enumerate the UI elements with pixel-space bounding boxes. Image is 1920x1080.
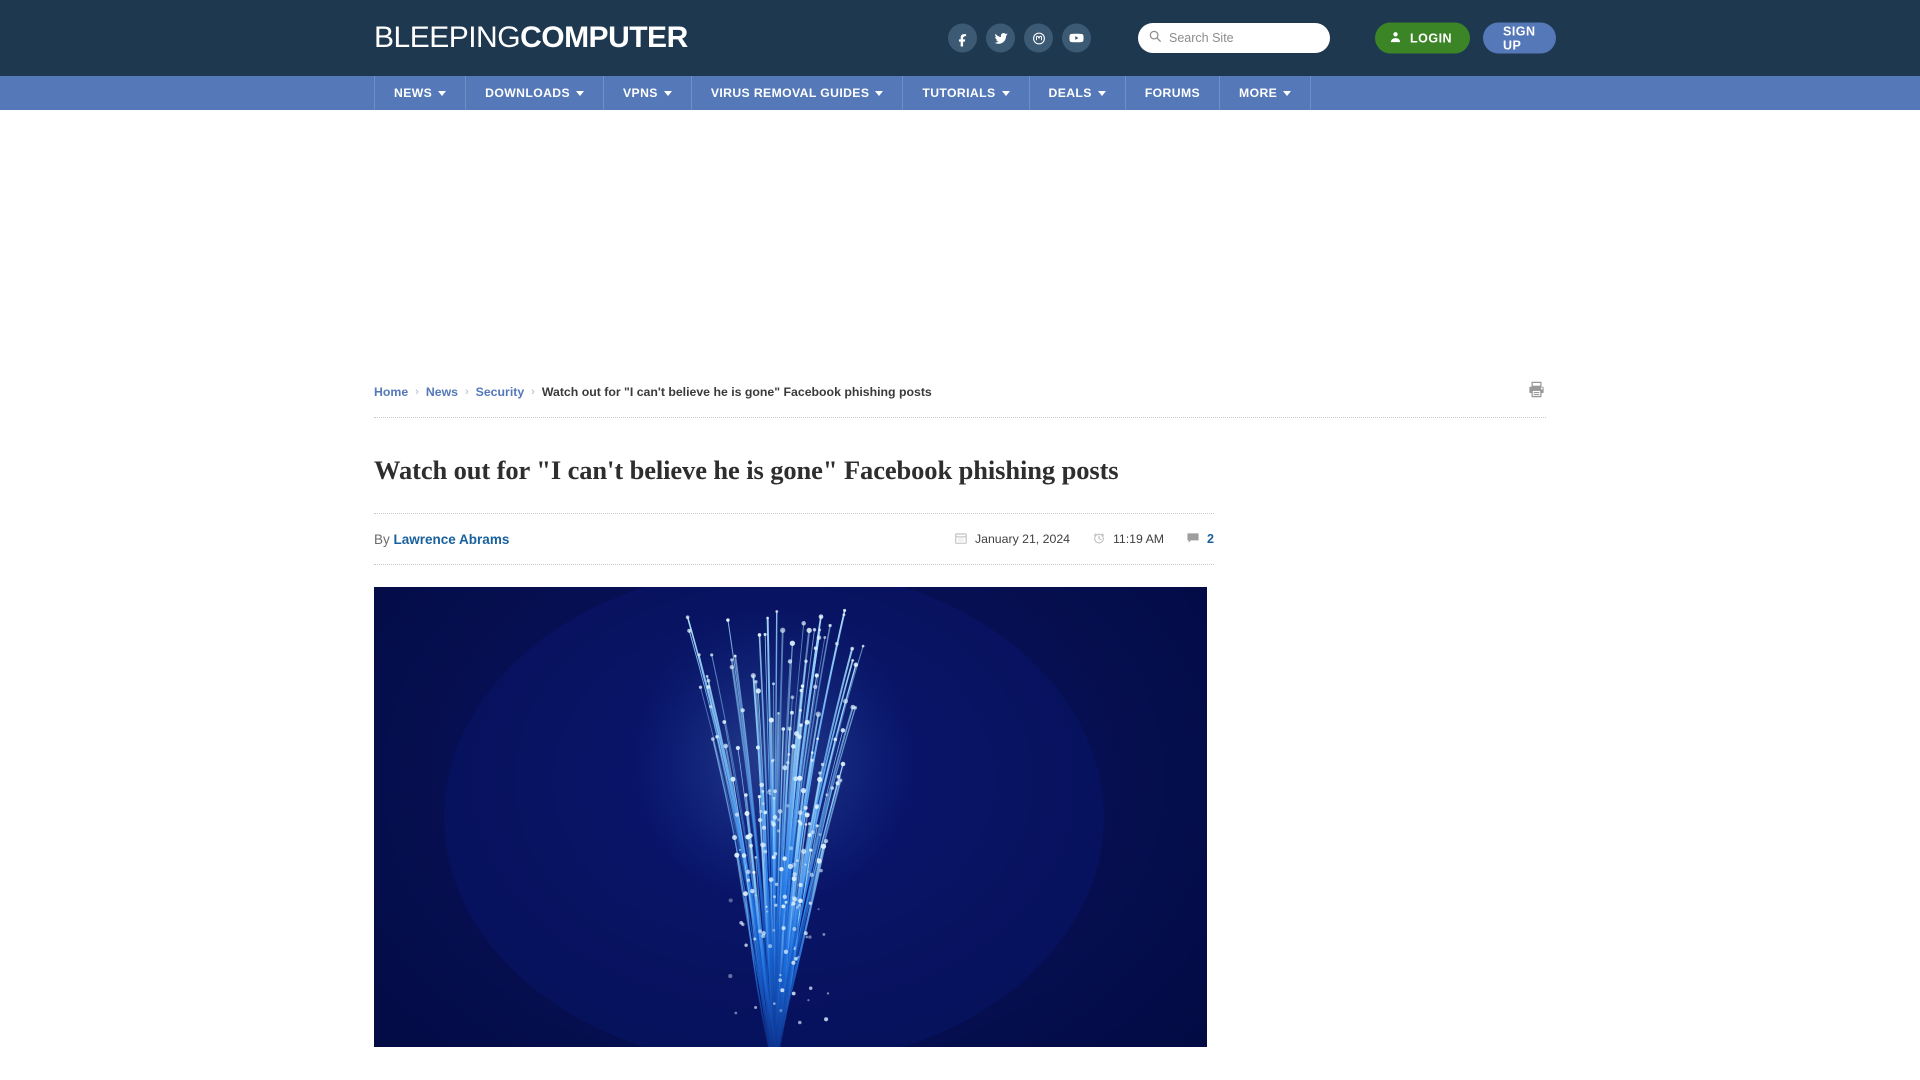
nav-item-news[interactable]: NEWS xyxy=(374,76,465,110)
breadcrumb-separator: › xyxy=(531,386,535,398)
social-links xyxy=(948,23,1091,53)
main-navigation: NEWS DOWNLOADS VPNS VIRUS REMOVAL GUIDES TUT… xyxy=(0,76,1920,110)
article-content: Home › News › Security › Watch out for "I can'… xyxy=(374,380,1546,1047)
login-button[interactable]: LOGIN xyxy=(1375,22,1471,54)
search-input[interactable] xyxy=(1169,31,1330,45)
publish-time-text: 11:19 AM xyxy=(1113,532,1165,546)
youtube-icon xyxy=(1068,30,1085,47)
byline: By Lawrence Abrams xyxy=(374,532,509,547)
byline-prefix: By xyxy=(374,531,390,547)
user-icon xyxy=(1389,30,1402,46)
twitter-icon xyxy=(993,30,1009,46)
chevron-down-icon xyxy=(1001,90,1010,96)
comment-meta[interactable]: 2 xyxy=(1186,531,1214,548)
comment-bubble-icon xyxy=(1186,531,1200,548)
logo-text-light: BLEEPING xyxy=(374,21,521,54)
nav-item-downloads[interactable]: DOWNLOADS xyxy=(465,76,603,110)
signup-label: SIGN UP xyxy=(1503,24,1536,52)
advertisement-slot xyxy=(0,110,1920,380)
nav-item-virus-removal-guides[interactable]: VIRUS REMOVAL GUIDES xyxy=(690,76,903,110)
breadcrumb-link[interactable]: Security xyxy=(476,385,525,399)
site-logo[interactable]: BLEEPINGCOMPUTER xyxy=(374,23,688,53)
chevron-down-icon xyxy=(1097,90,1106,96)
breadcrumb-link[interactable]: Home xyxy=(374,385,408,399)
breadcrumb-current: Watch out for "I can't believe he is gon… xyxy=(541,385,932,399)
search-icon xyxy=(1148,29,1162,48)
chevron-down-icon xyxy=(1283,90,1292,96)
facebook-link[interactable] xyxy=(948,23,977,53)
mastodon-link[interactable] xyxy=(1024,23,1053,53)
facebook-icon xyxy=(955,30,971,46)
alarm-clock-icon xyxy=(1092,531,1106,548)
nav-item-label: TUTORIALS xyxy=(922,86,996,100)
nav-item-label: VIRUS REMOVAL GUIDES xyxy=(710,86,870,100)
nav-item-vpns[interactable]: VPNS xyxy=(603,76,691,110)
nav-item-label: DOWNLOADS xyxy=(485,86,571,100)
chevron-down-icon xyxy=(663,90,672,96)
page-title: Watch out for "I can't believe he is gon… xyxy=(374,455,1119,485)
breadcrumb-link[interactable]: News xyxy=(426,385,458,399)
article-hero-image xyxy=(374,587,1207,1047)
breadcrumb: Home › News › Security › Watch out for "I can'… xyxy=(374,385,932,399)
nav-item-deals[interactable]: DEALS xyxy=(1028,76,1125,110)
nav-item-label: FORUMS xyxy=(1144,86,1201,100)
publish-time: 11:19 AM xyxy=(1092,531,1164,548)
fiber-optic-illustration xyxy=(444,587,1104,1047)
nav-item-label: NEWS xyxy=(394,86,433,100)
chevron-down-icon xyxy=(875,90,884,96)
mastodon-icon xyxy=(1031,30,1047,46)
breadcrumb-row: Home › News › Security › Watch out for "I can'… xyxy=(374,380,1546,418)
nav-item-forums[interactable]: FORUMS xyxy=(1124,76,1219,110)
print-icon[interactable] xyxy=(1527,380,1546,404)
article-meta-row: By Lawrence Abrams January 21, 2024 11:1… xyxy=(374,513,1214,565)
login-label: LOGIN xyxy=(1410,31,1453,45)
author-link[interactable]: Lawrence Abrams xyxy=(394,532,510,547)
nav-item-tutorials[interactable]: TUTORIALS xyxy=(902,76,1028,110)
breadcrumb-separator: › xyxy=(415,386,419,398)
search-box[interactable] xyxy=(1138,23,1330,53)
publish-date-text: January 21, 2024 xyxy=(974,532,1070,546)
youtube-link[interactable] xyxy=(1062,23,1091,53)
site-header: BLEEPINGCOMPUTER Search Site LOGIN SIGN … xyxy=(0,0,1920,76)
signup-button[interactable]: SIGN UP xyxy=(1483,22,1556,54)
nav-item-more[interactable]: MORE xyxy=(1219,76,1312,110)
publish-date: January 21, 2024 xyxy=(954,531,1070,548)
meta-group: January 21, 2024 11:19 AM 2 xyxy=(954,531,1214,548)
nav-item-label: VPNS xyxy=(623,86,658,100)
logo-text-bold: COMPUTER xyxy=(520,21,688,54)
nav-item-label: MORE xyxy=(1239,86,1278,100)
twitter-link[interactable] xyxy=(986,23,1015,53)
nav-item-label: DEALS xyxy=(1048,86,1092,100)
breadcrumb-separator: › xyxy=(464,386,469,398)
comment-count[interactable]: 2 xyxy=(1207,532,1214,546)
chevron-down-icon xyxy=(576,90,585,96)
chevron-down-icon xyxy=(438,90,447,96)
calendar-icon xyxy=(954,531,968,548)
